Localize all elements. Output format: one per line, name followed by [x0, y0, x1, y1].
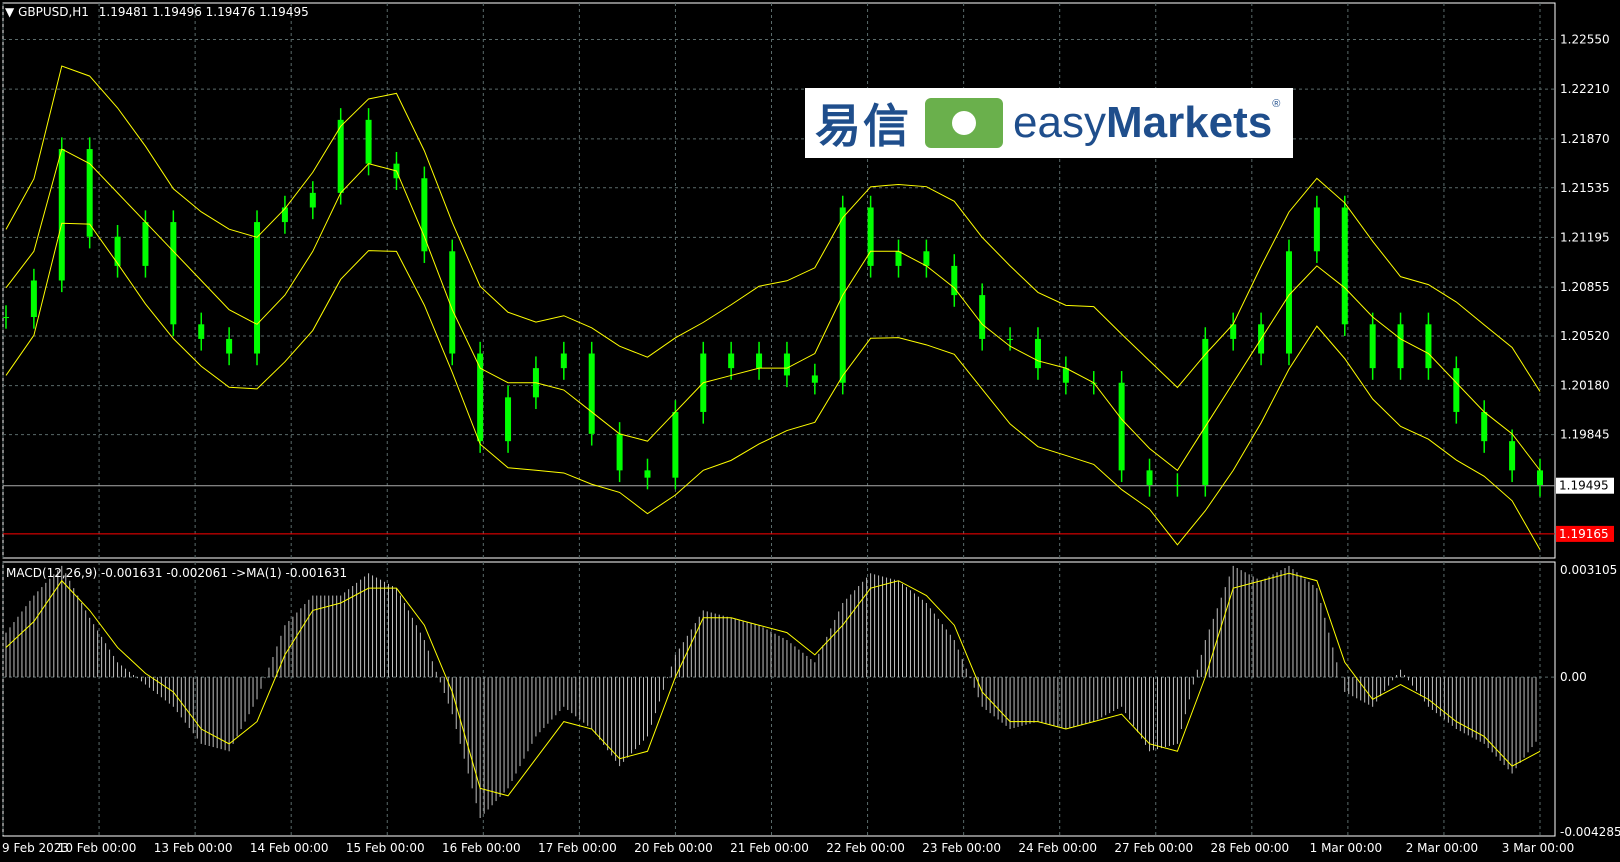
candle-body: [1118, 382, 1125, 471]
symbol-label: GBPUSD,H1: [18, 5, 89, 19]
candle-body: [1034, 338, 1041, 369]
bollinger-lower-line: [5, 222, 1541, 550]
candle-body: [672, 411, 679, 478]
x-tick-label: 23 Feb 00:00: [922, 841, 1001, 855]
candle-body: [142, 222, 149, 266]
candle-body: [728, 353, 735, 369]
easymarkets-logo: 易信 easyMarkets®: [805, 88, 1293, 158]
candle-body: [1313, 207, 1320, 252]
y-tick-label: 1.20520: [1560, 329, 1610, 343]
candle-body: [254, 222, 261, 354]
candle-body: [1425, 324, 1432, 369]
candle-body: [170, 222, 177, 325]
x-tick-label: 17 Feb 00:00: [538, 841, 617, 855]
candle-body: [477, 353, 484, 442]
macd-y-tick-label: -0.004285: [1560, 825, 1620, 839]
candle-body: [560, 353, 567, 369]
x-tick-label: 21 Feb 00:00: [730, 841, 809, 855]
candle-body: [1537, 470, 1543, 485]
y-tick-label: 1.21535: [1560, 181, 1610, 195]
logo-reg-mark: ®: [1272, 98, 1281, 110]
candle-body: [867, 207, 874, 266]
x-tick-label: 27 Feb 00:00: [1114, 841, 1193, 855]
candle-body: [198, 324, 205, 339]
logo-en-brand: Markets: [1105, 98, 1273, 147]
candle-body: [281, 207, 288, 223]
logo-en-text: easyMarkets®: [1013, 98, 1280, 148]
macd-y-tick-label: 0.003105: [1560, 563, 1617, 577]
candle-body: [1007, 338, 1014, 340]
candle-body: [421, 178, 428, 252]
candle-body: [337, 119, 344, 193]
x-tick-label: 2 Mar 00:00: [1406, 841, 1479, 855]
candle-body: [1285, 251, 1292, 354]
candle-body: [449, 251, 456, 354]
x-tick-label: 14 Feb 00:00: [250, 841, 329, 855]
candle-body: [616, 433, 623, 471]
y-tick-label: 1.21870: [1560, 132, 1610, 146]
logo-en-prefix: easy: [1013, 98, 1106, 147]
candle-body: [811, 375, 818, 383]
candle-body: [1509, 441, 1516, 471]
candle-body: [756, 353, 763, 369]
x-tick-label: 20 Feb 00:00: [634, 841, 713, 855]
candle-body: [30, 280, 37, 318]
candle-body: [1397, 324, 1404, 369]
x-tick-label: 15 Feb 00:00: [346, 841, 425, 855]
macd-panel-frame: [2, 561, 1556, 837]
candle-body: [114, 236, 121, 266]
candle-body: [1453, 368, 1460, 412]
price-panel-frame: [2, 2, 1556, 559]
candle-body: [644, 470, 651, 478]
candle-body: [895, 251, 902, 266]
collapse-triangle-icon[interactable]: ▼: [5, 5, 14, 19]
logo-badge-icon: [925, 98, 1003, 148]
x-tick-label: 24 Feb 00:00: [1018, 841, 1097, 855]
candle-body: [365, 119, 372, 164]
candle-body: [1481, 411, 1488, 442]
candle-body: [1202, 338, 1209, 485]
candle-body: [923, 251, 930, 266]
candle-body: [226, 338, 233, 354]
y-tick-label: 1.22210: [1560, 82, 1610, 96]
symbol-header: ▼ GBPUSD,H1 1.19481 1.19496 1.19476 1.19…: [5, 5, 309, 19]
chart-window[interactable]: 9 Feb 2023 10 Feb 00:00 13 Feb 00:00 14 Feb…: [0, 0, 1620, 862]
candle-body: [1062, 368, 1069, 383]
macd-indicator-label: MACD(12,26,9) -0.001631 -0.002061 ->MA(1…: [6, 566, 348, 580]
candle-body: [1146, 470, 1153, 485]
y-tick-label: 1.19845: [1560, 428, 1610, 442]
candle-body: [979, 295, 986, 339]
x-tick-label: 13 Feb 00:00: [154, 841, 233, 855]
logo-cn-text: 易信: [815, 99, 911, 153]
y-tick-label: 1.20855: [1560, 280, 1610, 294]
candle-body: [783, 353, 790, 376]
candle-body: [3, 317, 9, 319]
x-tick-label: 22 Feb 00:00: [826, 841, 905, 855]
y-tick-label: 1.21195: [1560, 230, 1610, 244]
x-tick-label: 16 Feb 00:00: [442, 841, 521, 855]
bollinger-upper-line: [5, 65, 1541, 392]
candle-body: [1341, 207, 1348, 325]
x-tick-label: 28 Feb 00:00: [1210, 841, 1289, 855]
macd-signal-line: [5, 572, 1541, 797]
candle-body: [505, 397, 512, 442]
candle-body: [58, 149, 65, 281]
y-tick-label: 1.22550: [1560, 33, 1610, 47]
x-tick-label: 1 Mar 00:00: [1310, 841, 1383, 855]
x-tick-label: 3 Mar 00:00: [1502, 841, 1575, 855]
current-price-label: 1.19495: [1559, 479, 1609, 493]
x-tick-label: 10 Feb 00:00: [58, 841, 137, 855]
macd-y-tick-label: 0.00: [1560, 670, 1587, 684]
candle-body: [1369, 324, 1376, 369]
y-tick-label: 1.20180: [1560, 379, 1610, 393]
bollinger-middle-line: [5, 148, 1541, 472]
candle-body: [1174, 484, 1181, 486]
candle-body: [309, 192, 316, 208]
candle-body: [588, 353, 595, 434]
level-price-label: 1.19165: [1559, 527, 1609, 541]
ohlc-values: 1.19481 1.19496 1.19476 1.19495: [98, 5, 309, 19]
